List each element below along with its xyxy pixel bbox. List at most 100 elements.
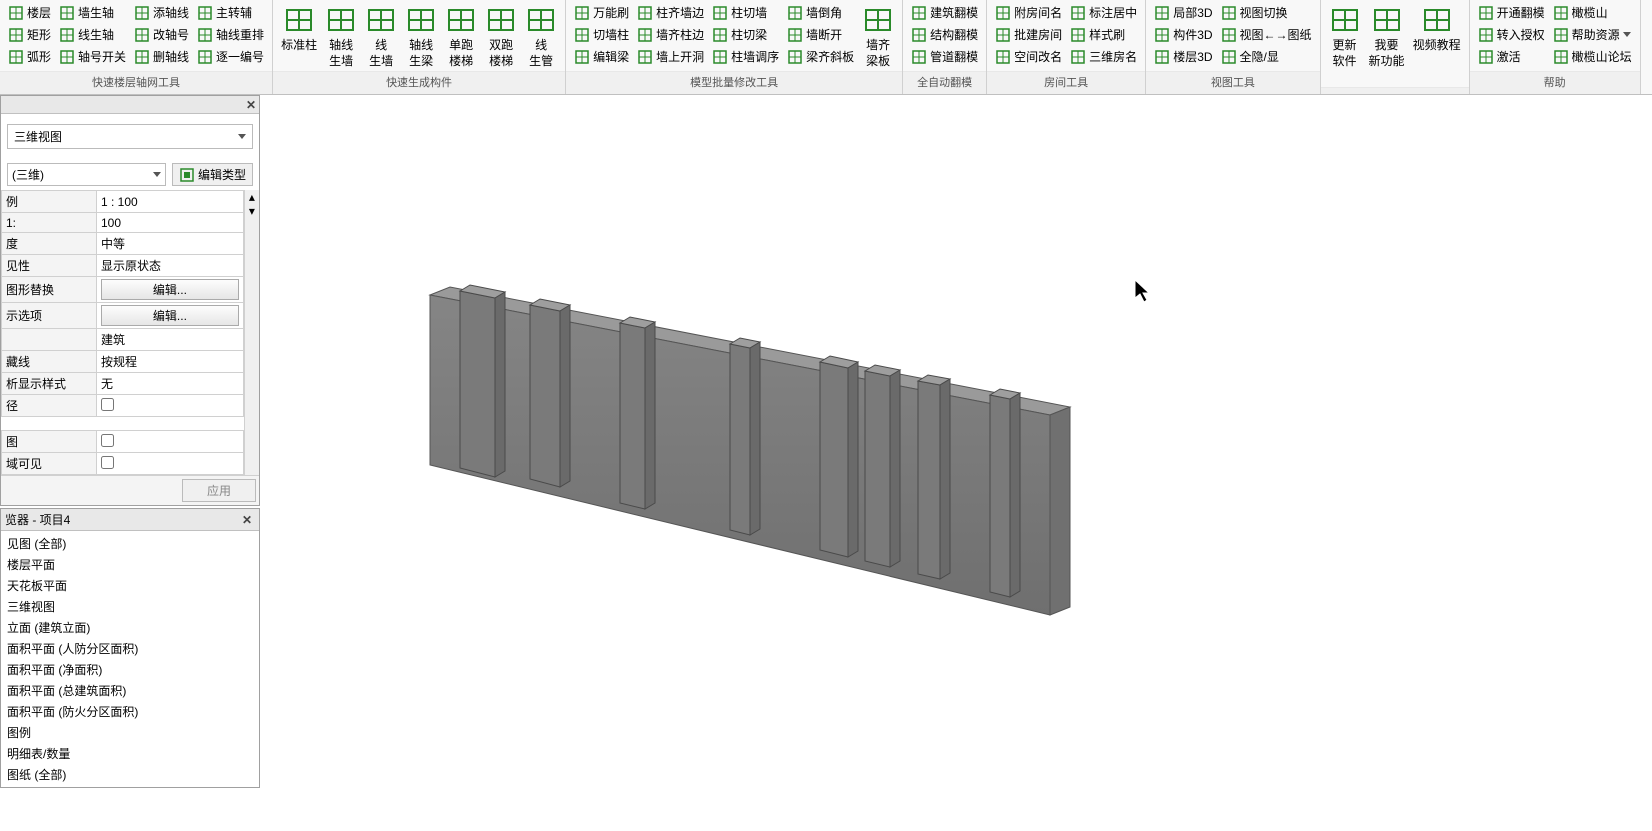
tree-item[interactable]: 图纸 (全部) — [1, 764, 259, 785]
line-wall-button[interactable]: 线生墙 — [361, 2, 401, 71]
tree-item[interactable]: 面积平面 (防火分区面积) — [1, 701, 259, 722]
struct-flip-button[interactable]: 结构翻模 — [907, 24, 982, 45]
ribbon-btn-label: 标准柱 — [281, 38, 317, 54]
axis-beam-button[interactable]: 轴线生梁 — [401, 2, 441, 71]
col-beam-button[interactable]: 柱切梁 — [708, 24, 783, 45]
model-viewport[interactable] — [260, 95, 1652, 831]
batch-room-button[interactable]: 批建房间 — [991, 24, 1066, 45]
type-selector[interactable]: (三维) — [7, 163, 166, 186]
line-pipe-button[interactable]: 线生管 — [521, 2, 561, 71]
update-sw-button[interactable]: 更新软件 — [1325, 2, 1365, 71]
ribbon-group: 局部3D构件3D楼层3D视图切换视图←→图纸全隐/显视图工具 — [1146, 0, 1320, 94]
std-col-button[interactable]: 标准柱 — [277, 2, 321, 56]
style-brush-button[interactable]: 样式刷 — [1066, 24, 1141, 45]
local3d-button[interactable]: 局部3D — [1150, 2, 1216, 23]
property-value-cell[interactable] — [97, 431, 244, 453]
edit-beam-button[interactable]: 编辑梁 — [570, 46, 633, 67]
axis-switch-button[interactable]: 轴号开关 — [55, 46, 130, 67]
property-value-cell[interactable] — [97, 395, 244, 417]
wall-open-button[interactable]: 墙上开洞 — [633, 46, 708, 67]
tree-item[interactable]: 楼层平面 — [1, 554, 259, 575]
ribbon-btn-label: 楼层3D — [1173, 48, 1212, 65]
rename-space-button[interactable]: 空间改名 — [991, 46, 1066, 67]
property-value-cell[interactable] — [97, 191, 244, 213]
brush-button[interactable]: 万能刷 — [570, 2, 633, 23]
property-row: 域可见 — [2, 453, 244, 475]
tree-item[interactable]: 面积平面 (总建筑面积) — [1, 680, 259, 701]
pipe-flip-button[interactable]: 管道翻模 — [907, 46, 982, 67]
ribbon-group-title: 快速生成构件 — [273, 71, 565, 94]
unlock-button[interactable]: 开通翻模 — [1474, 2, 1549, 23]
forum-button[interactable]: 橄榄山论坛 — [1549, 46, 1636, 67]
main-aux-button[interactable]: 主转辅 — [193, 2, 268, 23]
property-checkbox[interactable] — [101, 456, 114, 469]
tree-item[interactable]: 天花板平面 — [1, 575, 259, 596]
new-feat-button[interactable]: 我要新功能 — [1365, 2, 1409, 71]
add-axis-button[interactable]: 添轴线 — [130, 2, 193, 23]
properties-scrollbar[interactable]: ▴ ▾ — [244, 190, 259, 475]
apply-button[interactable]: 应用 — [182, 479, 256, 502]
property-value-cell[interactable] — [97, 453, 244, 475]
close-icon[interactable]: ✕ — [239, 512, 255, 528]
single-stair-button[interactable]: 单跑楼梯 — [441, 2, 481, 71]
arch-flip-button[interactable]: 建筑翻模 — [907, 2, 982, 23]
floor-button[interactable]: 楼层 — [4, 2, 55, 23]
del-axis-button[interactable]: 删轴线 — [130, 46, 193, 67]
col-cut-button[interactable]: 柱切墙 — [708, 2, 783, 23]
tree-item[interactable]: 图例 — [1, 722, 259, 743]
property-value-cell[interactable]: 编辑... — [97, 303, 244, 329]
wall-break-button[interactable]: 墙断开 — [783, 24, 858, 45]
beam-slant-button[interactable]: 梁齐斜板 — [783, 46, 858, 67]
tree-item[interactable]: 明细表/数量 — [1, 743, 259, 764]
tree-item[interactable]: 面积平面 (人防分区面积) — [1, 638, 259, 659]
arc-button[interactable]: 弧形 — [4, 46, 55, 67]
help-res-button[interactable]: 帮助资源 — [1549, 24, 1636, 45]
view-type-combo[interactable]: 三维视图 — [7, 124, 253, 149]
ribbon-btn-label: 附房间名 — [1014, 4, 1062, 21]
property-row: 藏线按规程 — [2, 351, 244, 373]
wall-chamfer-button[interactable]: 墙倒角 — [783, 2, 858, 23]
col-adj-button[interactable]: 柱墙调序 — [708, 46, 783, 67]
edit-type-button[interactable]: 编辑类型 — [172, 163, 253, 186]
property-checkbox[interactable] — [101, 434, 114, 447]
activate-button[interactable]: 激活 — [1474, 46, 1549, 67]
video-button[interactable]: 视频教程 — [1409, 2, 1465, 56]
ribbon-group: 万能刷切墙柱编辑梁 柱齐墙边墙齐柱边墙上开洞 柱切墙柱切梁柱墙调序 墙倒角墙断开梁齐斜… — [566, 0, 903, 94]
auth-button[interactable]: 转入授权 — [1474, 24, 1549, 45]
rect-button[interactable]: 矩形 — [4, 24, 55, 45]
property-checkbox[interactable] — [101, 398, 114, 411]
reorder-axis-button[interactable]: 轴线重排 — [193, 24, 268, 45]
double-stair-button[interactable]: 双跑楼梯 — [481, 2, 521, 71]
col-edge-button[interactable]: 柱齐墙边 — [633, 2, 708, 23]
olive-button[interactable]: 橄榄山 — [1549, 2, 1636, 23]
seq-number-button[interactable]: 逐一编号 — [193, 46, 268, 67]
view-switch-button[interactable]: 视图切换 — [1217, 2, 1316, 23]
property-value-cell[interactable]: 编辑... — [97, 277, 244, 303]
center-label-button[interactable]: 标注居中 — [1066, 2, 1141, 23]
wall-edge-button[interactable]: 墙齐柱边 — [633, 24, 708, 45]
close-icon[interactable]: ✕ — [243, 97, 259, 113]
axis-wall-button[interactable]: 轴线生墙 — [321, 2, 361, 71]
cut-col-button[interactable]: 切墙柱 — [570, 24, 633, 45]
wall-axis-button[interactable]: 墙生轴 — [55, 2, 130, 23]
property-edit-button[interactable]: 编辑... — [101, 305, 239, 326]
room-3d-button[interactable]: 三维房名 — [1066, 46, 1141, 67]
full-hide-button[interactable]: 全隐/显 — [1217, 46, 1316, 67]
line-axis-button[interactable]: 线生轴 — [55, 24, 130, 45]
property-input[interactable] — [101, 195, 239, 209]
scroll-down-icon[interactable]: ▾ — [245, 204, 259, 218]
attach-room-button[interactable]: 附房间名 — [991, 2, 1066, 23]
tree-item[interactable]: 立面 (建筑立面) — [1, 617, 259, 638]
comp3d-button[interactable]: 构件3D — [1150, 24, 1216, 45]
tree-item[interactable]: 面积平面 (净面积) — [1, 659, 259, 680]
tree-item[interactable]: 三维视图 — [1, 596, 259, 617]
property-row: 1:100 — [2, 213, 244, 233]
property-edit-button[interactable]: 编辑... — [101, 279, 239, 300]
scroll-up-icon[interactable]: ▴ — [245, 190, 259, 204]
tree-item[interactable]: 见图 (全部) — [1, 533, 259, 554]
apply-row: 应用 — [1, 475, 259, 505]
renumber-button[interactable]: 改轴号 — [130, 24, 193, 45]
view-to-sheet-button[interactable]: 视图←→图纸 — [1217, 24, 1316, 45]
wall-align-button[interactable]: 墙齐梁板 — [858, 2, 898, 71]
floor3d-button[interactable]: 楼层3D — [1150, 46, 1216, 67]
